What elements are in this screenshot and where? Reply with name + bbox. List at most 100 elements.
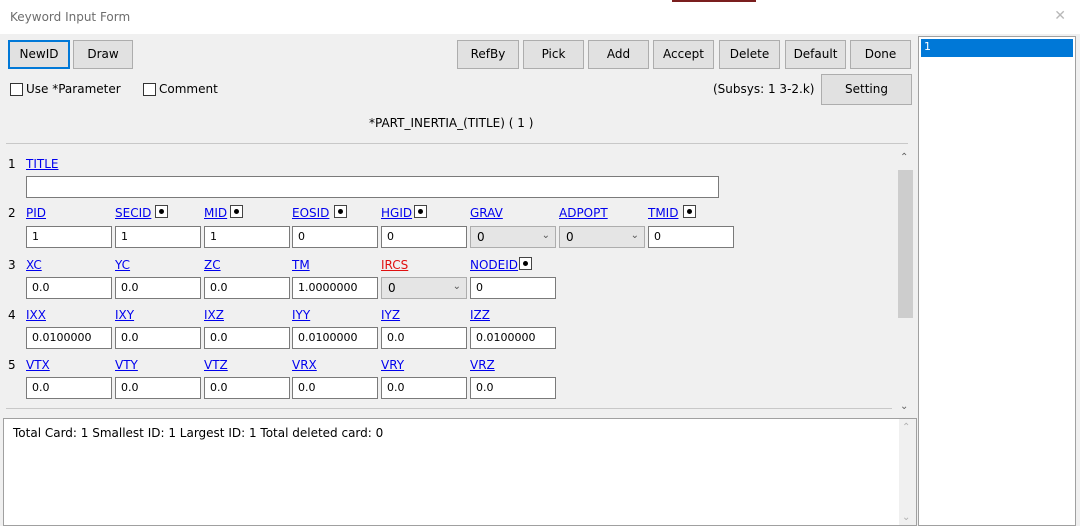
field-label-yc[interactable]: YC (115, 258, 130, 272)
use-parameter-checkbox[interactable]: Use *Parameter (10, 82, 121, 96)
iyy-input[interactable]: 0.0100000 (292, 327, 378, 349)
draw-button[interactable]: Draw (73, 40, 133, 69)
tmid-input[interactable]: 0 (648, 226, 734, 248)
info-scrollbar[interactable]: ⌃ ⌄ (899, 419, 916, 525)
eosid-pick-icon[interactable] (334, 205, 347, 218)
comment-checkbox[interactable]: Comment (143, 82, 218, 96)
scroll-up-icon[interactable]: ⌃ (902, 422, 910, 433)
mid-input[interactable]: 1 (204, 226, 290, 248)
field-label-secid[interactable]: SECID (115, 206, 151, 220)
field-label-iyy[interactable]: IYY (292, 308, 310, 322)
field-label-ixy[interactable]: IXY (115, 308, 134, 322)
comment-label: Comment (159, 82, 218, 96)
scroll-up-icon[interactable]: ⌃ (900, 152, 908, 163)
mid-pick-icon[interactable] (230, 205, 243, 218)
secid-pick-icon[interactable] (155, 205, 168, 218)
accept-button[interactable]: Accept (653, 40, 714, 69)
field-label-hgid[interactable]: HGID (381, 206, 412, 220)
vtz-input[interactable]: 0.0 (204, 377, 290, 399)
field-label-ixz[interactable]: IXZ (204, 308, 224, 322)
field-label-ircs[interactable]: IRCS (381, 258, 408, 272)
scrollbar-thumb[interactable] (898, 170, 913, 318)
field-label-tmid[interactable]: TMID (648, 206, 678, 220)
background-strip (672, 0, 756, 2)
ixz-input[interactable]: 0.0 (204, 327, 290, 349)
subsys-label: (Subsys: 1 3-2.k) (713, 82, 815, 96)
list-item[interactable]: 1 (921, 39, 1073, 57)
add-button[interactable]: Add (588, 40, 649, 69)
tmid-pick-icon[interactable] (683, 205, 696, 218)
field-label-tm[interactable]: TM (292, 258, 310, 272)
pick-button[interactable]: Pick (523, 40, 584, 69)
newid-button[interactable]: NewID (8, 40, 70, 69)
yc-input[interactable]: 0.0 (115, 277, 201, 299)
card-number: 1 (8, 157, 16, 171)
checkbox-box[interactable] (10, 82, 23, 96)
tm-input[interactable]: 1.0000000 (292, 277, 378, 299)
grav-value: 0 (477, 230, 485, 244)
eosid-input[interactable]: 0 (292, 226, 378, 248)
nodeid-input[interactable]: 0 (470, 277, 556, 299)
izz-input[interactable]: 0.0100000 (470, 327, 556, 349)
divider (6, 143, 908, 144)
vtx-input[interactable]: 0.0 (26, 377, 112, 399)
field-label-eosid[interactable]: EOSID (292, 206, 329, 220)
adpopt-value: 0 (566, 230, 574, 244)
fields-scrollbar[interactable]: ⌃ ⌄ (897, 150, 914, 412)
field-label-title[interactable]: TITLE (26, 157, 58, 171)
scroll-down-icon[interactable]: ⌄ (902, 512, 910, 523)
field-label-adpopt[interactable]: ADPOPT (559, 206, 608, 220)
vrz-input[interactable]: 0.0 (470, 377, 556, 399)
ircs-select[interactable]: 0 ⌄ (381, 277, 467, 299)
delete-button[interactable]: Delete (719, 40, 780, 69)
iyz-input[interactable]: 0.0 (381, 327, 467, 349)
chevron-down-icon: ⌄ (452, 281, 461, 292)
hgid-pick-icon[interactable] (414, 205, 427, 218)
field-label-iyz[interactable]: IYZ (381, 308, 400, 322)
field-label-mid[interactable]: MID (204, 206, 227, 220)
vty-input[interactable]: 0.0 (115, 377, 201, 399)
checkbox-box[interactable] (143, 82, 156, 96)
field-label-vty[interactable]: VTY (115, 358, 138, 372)
field-label-izz[interactable]: IZZ (470, 308, 490, 322)
keyword-title: *PART_INERTIA_(TITLE) ( 1 ) (369, 116, 534, 130)
chevron-down-icon: ⌄ (630, 230, 639, 241)
ixy-input[interactable]: 0.0 (115, 327, 201, 349)
setting-button[interactable]: Setting (821, 74, 912, 105)
field-label-vry[interactable]: VRY (381, 358, 404, 372)
divider (6, 408, 892, 409)
field-label-vrx[interactable]: VRX (292, 358, 317, 372)
scroll-down-icon[interactable]: ⌄ (900, 401, 908, 412)
id-list[interactable]: 1 (918, 36, 1076, 526)
field-label-grav[interactable]: GRAV (470, 206, 503, 220)
title-bar: Keyword Input Form ✕ (0, 0, 1080, 34)
pid-input[interactable]: 1 (26, 226, 112, 248)
xc-input[interactable]: 0.0 (26, 277, 112, 299)
field-label-nodeid[interactable]: NODEID (470, 258, 518, 272)
ixx-input[interactable]: 0.0100000 (26, 327, 112, 349)
title-input[interactable] (26, 176, 719, 198)
field-label-vtx[interactable]: VTX (26, 358, 50, 372)
grav-select[interactable]: 0 ⌄ (470, 226, 556, 248)
vrx-input[interactable]: 0.0 (292, 377, 378, 399)
default-button[interactable]: Default (785, 40, 846, 69)
hgid-input[interactable]: 0 (381, 226, 467, 248)
nodeid-pick-icon[interactable] (519, 257, 532, 270)
refby-button[interactable]: RefBy (457, 40, 519, 69)
status-text: Total Card: 1 Smallest ID: 1 Largest ID:… (13, 426, 384, 440)
zc-input[interactable]: 0.0 (204, 277, 290, 299)
close-icon[interactable]: ✕ (1054, 8, 1066, 24)
window-title: Keyword Input Form (10, 10, 131, 24)
field-label-zc[interactable]: ZC (204, 258, 221, 272)
vry-input[interactable]: 0.0 (381, 377, 467, 399)
secid-input[interactable]: 1 (115, 226, 201, 248)
adpopt-select[interactable]: 0 ⌄ (559, 226, 645, 248)
field-label-vrz[interactable]: VRZ (470, 358, 495, 372)
done-button[interactable]: Done (850, 40, 911, 69)
field-label-ixx[interactable]: IXX (26, 308, 46, 322)
info-panel: Total Card: 1 Smallest ID: 1 Largest ID:… (3, 418, 917, 526)
field-label-xc[interactable]: XC (26, 258, 42, 272)
card-number: 3 (8, 258, 16, 272)
field-label-pid[interactable]: PID (26, 206, 46, 220)
field-label-vtz[interactable]: VTZ (204, 358, 228, 372)
